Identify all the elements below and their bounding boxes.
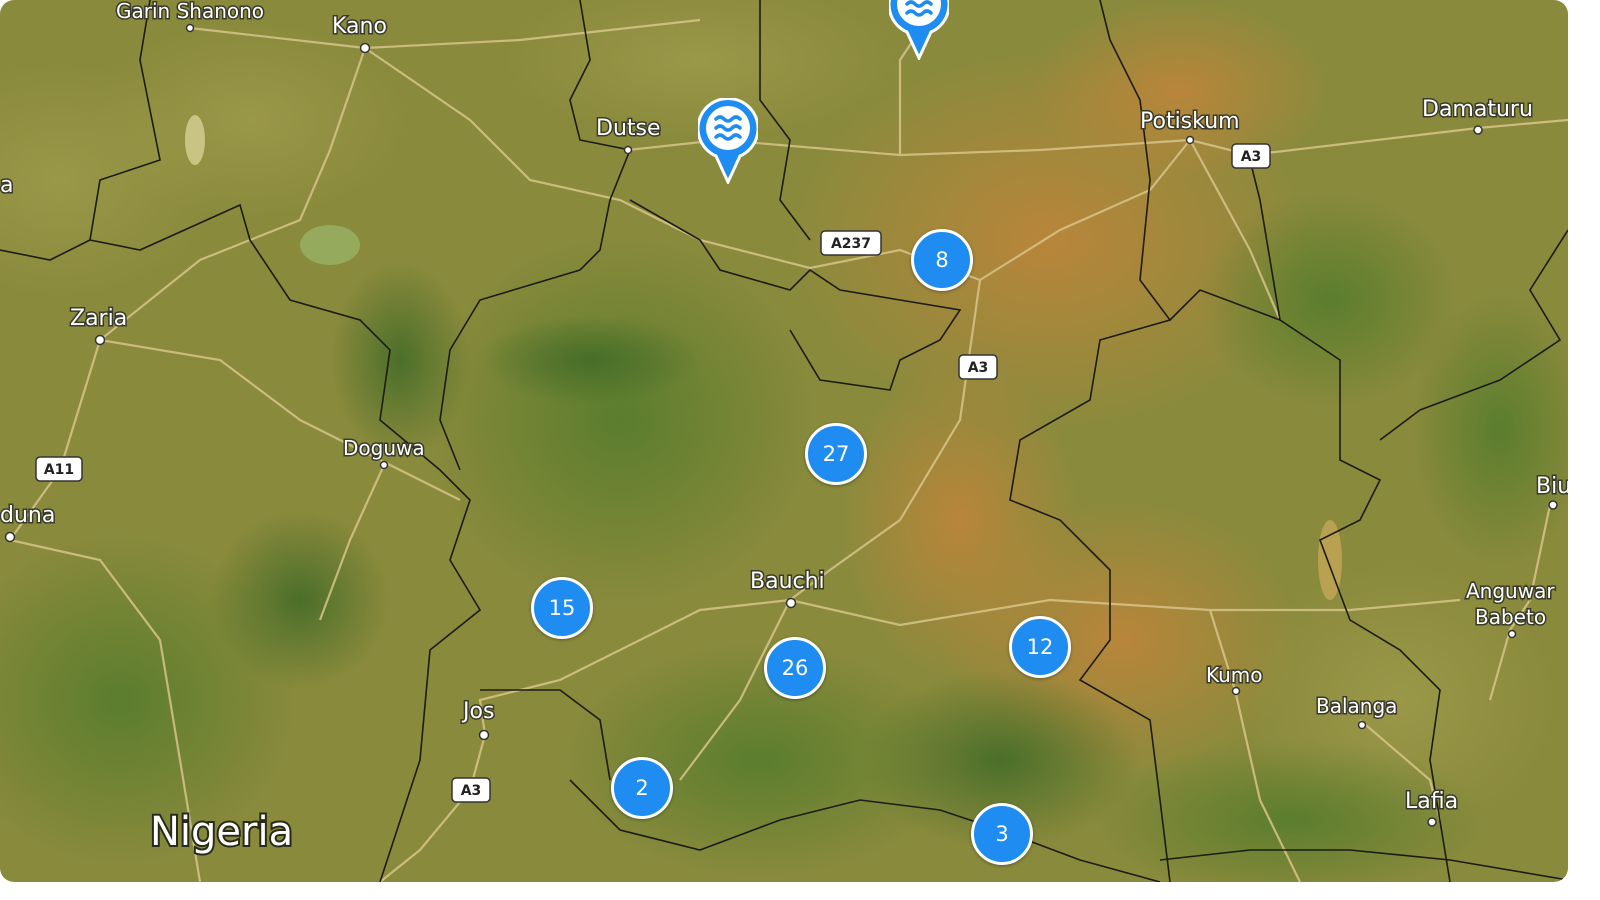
cluster-marker[interactable]: 27	[805, 423, 867, 485]
svg-text:A3: A3	[461, 783, 482, 799]
cluster-marker[interactable]: 8	[911, 229, 973, 291]
city-label-potiskum: Potiskum	[1140, 109, 1240, 134]
water-icon	[696, 97, 760, 186]
water-marker[interactable]	[887, 0, 951, 62]
city-label-zaria: Zaria	[70, 306, 127, 331]
svg-text:A3: A3	[968, 360, 989, 376]
cluster-marker[interactable]: 3	[971, 803, 1033, 865]
city-label-jos: Jos	[461, 699, 494, 724]
city-label-balanga: Balanga	[1316, 694, 1397, 718]
cluster-marker[interactable]: 15	[531, 577, 593, 639]
map-view[interactable]: Garin Shanono Kano Dutse Potiskum Damatu…	[0, 0, 1568, 882]
city-label-garin-shanono: Garin Shanono	[116, 0, 264, 23]
road-shield-a3-damaturu: A3	[1231, 143, 1271, 169]
city-label-bauchi: Bauchi	[750, 569, 825, 594]
svg-text:A237: A237	[831, 236, 871, 252]
city-label-kaduna-partial: duna	[0, 503, 55, 528]
road-shield-a3-central: A3	[958, 354, 998, 380]
svg-text:A3: A3	[1241, 149, 1262, 165]
road-shield-a237: A237	[820, 230, 882, 256]
svg-text:A11: A11	[44, 462, 74, 478]
city-label-anguwar: Anguwar	[1466, 579, 1555, 603]
cluster-marker[interactable]: 2	[611, 757, 673, 819]
city-label-kano: Kano	[332, 14, 387, 39]
city-label-lafia: Lafia	[1405, 789, 1458, 814]
city-label-dutse: Dutse	[596, 116, 661, 141]
satellite-map[interactable]: Garin Shanono Kano Dutse Potiskum Damatu…	[0, 0, 1568, 882]
city-label-babeto: Babeto	[1475, 605, 1546, 629]
city-label-biu-partial: Biu	[1536, 474, 1568, 499]
road-shield-a3-jos: A3	[451, 777, 491, 803]
city-label-doguwa: Doguwa	[343, 436, 425, 460]
cluster-marker[interactable]: 26	[764, 637, 826, 699]
water-icon	[887, 0, 951, 62]
water-marker[interactable]	[696, 97, 760, 186]
city-label-kumo: Kumo	[1206, 663, 1263, 687]
city-label-edge-partial: a	[0, 173, 13, 198]
country-label: Nigeria	[150, 809, 293, 855]
road-shield-a11: A11	[35, 456, 83, 482]
cluster-marker[interactable]: 12	[1009, 616, 1071, 678]
city-label-damaturu: Damaturu	[1422, 97, 1533, 122]
